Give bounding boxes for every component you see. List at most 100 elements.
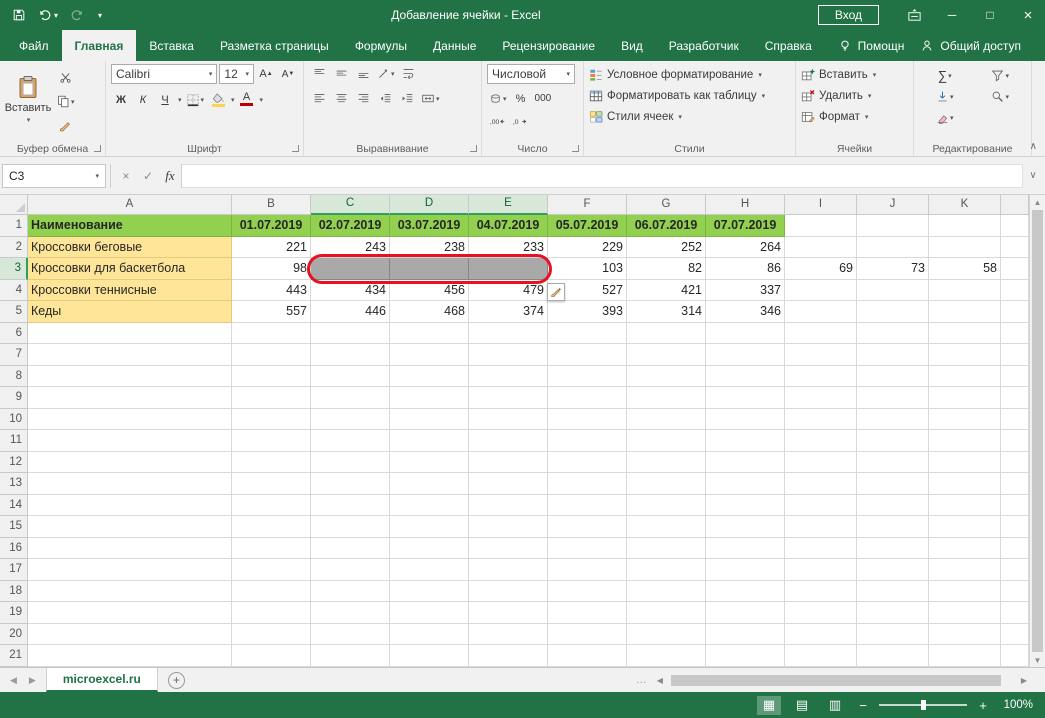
cell[interactable] [929, 645, 1001, 667]
cell[interactable] [1001, 387, 1029, 409]
dialog-launcher-icon[interactable] [572, 145, 579, 152]
cell[interactable]: Кроссовки для баскетбола [28, 258, 232, 280]
format-painter-button[interactable] [55, 116, 77, 135]
cell[interactable] [929, 452, 1001, 474]
row-header[interactable]: 13 [0, 473, 28, 495]
cell[interactable]: 252 [627, 237, 706, 259]
cell[interactable] [929, 409, 1001, 431]
cell[interactable] [929, 430, 1001, 452]
cell[interactable] [857, 301, 929, 323]
borders-button[interactable]: ▾ [184, 90, 207, 109]
increase-decimal-button[interactable]: ,00 [487, 112, 508, 131]
sheet-tab-active[interactable]: microexcel.ru [46, 668, 158, 692]
sort-filter-button[interactable]: ▾ [975, 66, 1027, 85]
row-header[interactable]: 18 [0, 581, 28, 603]
tab-view[interactable]: Вид [608, 30, 656, 61]
formula-bar-expand-button[interactable]: ∨ [1023, 170, 1043, 181]
minimize-button[interactable]: ─ [935, 0, 969, 30]
increase-font-icon[interactable]: А▲ [256, 65, 276, 84]
tab-data[interactable]: Данные [420, 30, 489, 61]
fill-color-button[interactable] [208, 90, 228, 109]
cell[interactable] [1001, 323, 1029, 345]
italic-button[interactable]: К [133, 90, 153, 109]
cell[interactable] [929, 581, 1001, 603]
cell[interactable] [1001, 581, 1029, 603]
cell[interactable] [857, 366, 929, 388]
cell[interactable]: Наименование [28, 215, 232, 237]
insert-options-button[interactable] [547, 283, 565, 301]
cell[interactable] [929, 624, 1001, 646]
cell[interactable] [785, 215, 857, 237]
cell[interactable]: Кроссовки беговые [28, 237, 232, 259]
cell[interactable] [311, 258, 390, 280]
save-icon[interactable] [12, 8, 26, 22]
cell[interactable] [548, 602, 627, 624]
cell[interactable] [785, 516, 857, 538]
cell[interactable] [627, 366, 706, 388]
qat-customize-button[interactable]: ▾ [96, 11, 102, 20]
cell[interactable] [311, 430, 390, 452]
copy-button[interactable]: ▾ [55, 92, 77, 111]
column-header[interactable]: A [28, 195, 232, 215]
name-box[interactable]: C3 ▾ [2, 164, 106, 188]
cell[interactable] [548, 538, 627, 560]
cell[interactable] [1001, 516, 1029, 538]
cell[interactable] [627, 581, 706, 603]
cell[interactable]: 346 [706, 301, 785, 323]
cell[interactable] [311, 366, 390, 388]
cell[interactable] [469, 473, 548, 495]
cell[interactable] [857, 323, 929, 345]
ribbon-display-options-icon[interactable] [897, 0, 931, 30]
cell[interactable] [390, 323, 469, 345]
cell[interactable] [929, 344, 1001, 366]
cell[interactable] [706, 473, 785, 495]
cell[interactable] [232, 581, 311, 603]
cell[interactable] [706, 430, 785, 452]
comma-style-button[interactable]: 000 [533, 89, 554, 108]
cell[interactable] [706, 602, 785, 624]
cell[interactable] [28, 473, 232, 495]
horizontal-scroll-track[interactable] [667, 674, 1017, 686]
cell[interactable] [929, 473, 1001, 495]
cell[interactable]: 06.07.2019 [627, 215, 706, 237]
cell[interactable] [627, 409, 706, 431]
cell[interactable] [627, 344, 706, 366]
cell[interactable]: 479 [469, 280, 548, 302]
row-header[interactable]: 17 [0, 559, 28, 581]
cell[interactable] [857, 559, 929, 581]
cell[interactable] [28, 602, 232, 624]
decrease-indent-button[interactable] [375, 89, 395, 108]
row-header[interactable]: 14 [0, 495, 28, 517]
scroll-up-icon[interactable]: ▲ [1034, 195, 1042, 209]
cell[interactable] [390, 366, 469, 388]
row-header[interactable]: 2 [0, 237, 28, 259]
column-header[interactable]: B [232, 195, 311, 215]
cell[interactable] [469, 366, 548, 388]
enter-icon[interactable]: ✓ [137, 164, 159, 188]
cell[interactable] [1001, 559, 1029, 581]
cell[interactable]: 221 [232, 237, 311, 259]
cell[interactable] [929, 215, 1001, 237]
page-layout-view-button[interactable]: ▤ [790, 696, 814, 715]
row-header[interactable]: 20 [0, 624, 28, 646]
cell[interactable] [857, 624, 929, 646]
cell[interactable]: 05.07.2019 [548, 215, 627, 237]
column-header[interactable]: K [929, 195, 1001, 215]
cell[interactable] [469, 645, 548, 667]
cell[interactable] [469, 323, 548, 345]
cell[interactable] [548, 559, 627, 581]
cell[interactable] [929, 516, 1001, 538]
cell[interactable] [857, 495, 929, 517]
conditional-formatting-button[interactable]: Условное форматирование ▾ [589, 64, 790, 85]
tab-developer[interactable]: Разработчик [656, 30, 752, 61]
align-middle-button[interactable] [331, 64, 351, 83]
cell[interactable] [785, 366, 857, 388]
column-header[interactable]: J [857, 195, 929, 215]
cell[interactable] [1001, 452, 1029, 474]
cell[interactable] [857, 538, 929, 560]
cell[interactable] [785, 495, 857, 517]
cell[interactable] [548, 516, 627, 538]
cell[interactable] [706, 387, 785, 409]
cell[interactable] [28, 387, 232, 409]
cell[interactable] [929, 387, 1001, 409]
